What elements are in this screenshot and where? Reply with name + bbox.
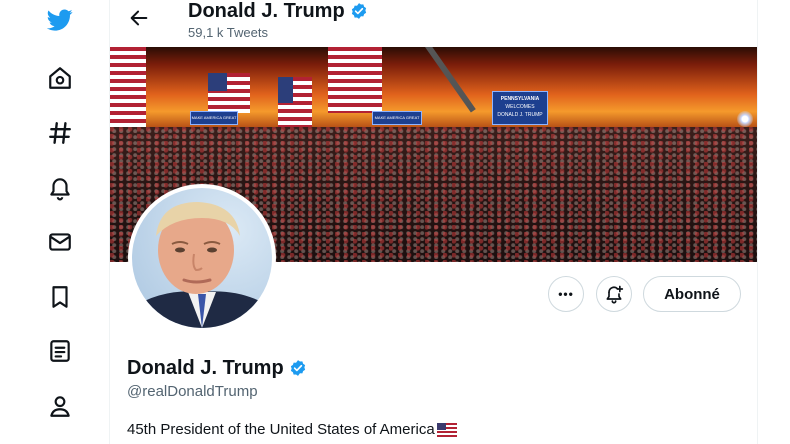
verified-badge-icon (290, 360, 305, 376)
explore-hashtag-icon[interactable] (44, 117, 76, 149)
profile-name: Donald J. Trump (127, 357, 284, 379)
home-icon[interactable] (44, 62, 76, 94)
bio-text: 45th President of the United States of A… (127, 421, 435, 438)
rally-banner-left: MAKE AMERICA GREAT AGAIN (190, 111, 238, 132)
avatar-photo (132, 188, 272, 328)
profile-handle: @realDonaldTrump (127, 383, 258, 400)
lists-icon[interactable] (44, 335, 76, 367)
pennsylvania-sign: PENNSYLVANIA WELCOMES DONALD J. TRUMP (492, 91, 548, 125)
crane-arm (425, 47, 476, 113)
sign-line-1: PENNSYLVANIA (500, 96, 540, 102)
bookmarks-icon[interactable] (44, 281, 76, 313)
profile-icon[interactable] (44, 390, 76, 422)
flag-decoration (208, 73, 250, 113)
profile-name-row: Donald J. Trump (127, 356, 307, 380)
rally-banner-mid: MAKE AMERICA GREAT AGAIN (372, 111, 422, 132)
profile-header: Donald J. Trump 59,1 k Tweets (110, 0, 757, 47)
twitter-logo-icon[interactable] (44, 4, 76, 36)
tweet-count: 59,1 k Tweets (188, 25, 268, 40)
back-arrow-icon[interactable] (126, 5, 152, 31)
sign-line-3: DONALD J. TRUMP (497, 112, 543, 118)
flag-decoration (328, 47, 382, 113)
us-flag-icon (436, 422, 457, 437)
more-options-button[interactable]: ••• (548, 276, 584, 312)
left-nav (0, 0, 110, 444)
flag-decoration (110, 47, 146, 127)
header-title: Donald J. Trump (188, 0, 368, 22)
sign-line-2: WELCOMES (505, 104, 535, 110)
profile-avatar[interactable] (128, 184, 276, 332)
more-icon: ••• (558, 287, 574, 301)
messages-envelope-icon[interactable] (44, 226, 76, 258)
following-button[interactable]: Abonné (643, 276, 741, 312)
notifications-bell-icon[interactable] (44, 172, 76, 204)
twitter-bird-icon (47, 9, 73, 31)
stage-light (737, 111, 753, 127)
notification-subscribe-button[interactable] (596, 276, 632, 312)
profile-bio: 45th President of the United States of A… (127, 421, 457, 438)
right-divider (757, 0, 758, 444)
header-name: Donald J. Trump (188, 0, 345, 22)
verified-badge-icon (351, 3, 366, 19)
bell-plus-icon (606, 285, 624, 304)
